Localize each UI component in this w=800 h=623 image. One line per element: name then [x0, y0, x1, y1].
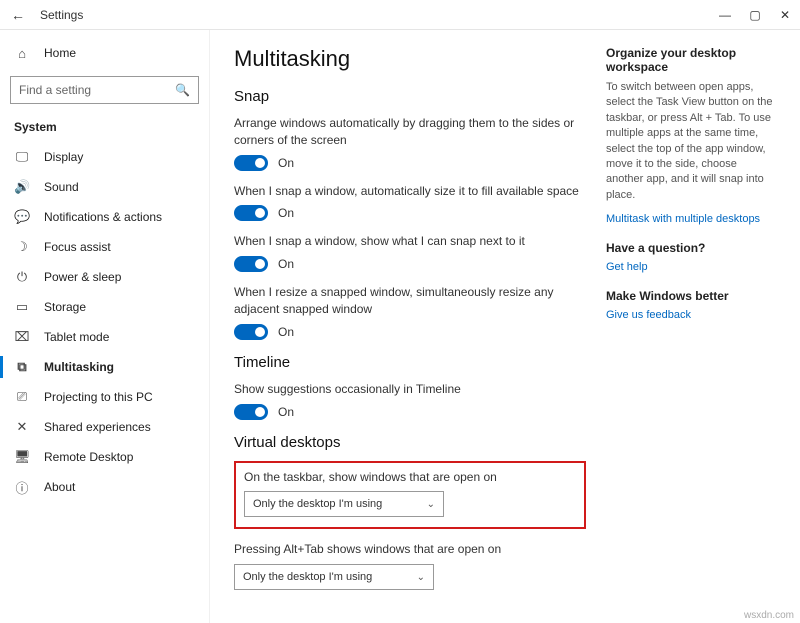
sidebar-item-about[interactable]: ⓘ About [0, 472, 209, 502]
sidebar-item-storage[interactable]: ▭ Storage [0, 292, 209, 322]
nav-label: Projecting to this PC [44, 390, 153, 404]
main-content: Multitasking Snap Arrange windows automa… [234, 46, 586, 623]
nav-label: Multitasking [44, 360, 114, 374]
nav-label: About [44, 480, 75, 494]
toggle-label: On [278, 206, 294, 220]
nav-icon: 🖥 [14, 449, 30, 465]
vd-q1: On the taskbar, show windows that are op… [244, 469, 576, 486]
nav-icon: 💬 [14, 209, 30, 225]
nav-icon: 🔊 [14, 179, 30, 195]
highlighted-setting: On the taskbar, show windows that are op… [234, 461, 586, 530]
snap-heading: Snap [234, 88, 586, 105]
timeline-heading: Timeline [234, 354, 586, 371]
vd-dropdown-1[interactable]: Only the desktop I'm using ⌄ [244, 491, 444, 517]
nav-label: Power & sleep [44, 270, 121, 284]
nav-label: Display [44, 150, 83, 164]
search-placeholder: Find a setting [19, 83, 91, 97]
maximize-button[interactable]: ▢ [740, 0, 770, 30]
snap-toggle-3[interactable] [234, 256, 268, 272]
titlebar: ← Settings — ▢ ✕ [0, 0, 800, 30]
home-nav[interactable]: ⌂ Home [0, 38, 209, 68]
snap-desc-4: When I resize a snapped window, simultan… [234, 284, 586, 318]
sidebar-item-power-sleep[interactable]: ⏻ Power & sleep [0, 262, 209, 292]
dropdown-value: Only the desktop I'm using [243, 571, 372, 583]
sidebar-item-display[interactable]: 🖵 Display [0, 142, 209, 172]
sidebar-item-multitasking[interactable]: ⧉ Multitasking [0, 352, 209, 382]
snap-toggle-1[interactable] [234, 155, 268, 171]
nav-label: Storage [44, 300, 86, 314]
watermark: wsxdn.com [744, 610, 794, 621]
nav-icon: ⏻ [14, 269, 30, 285]
nav-label: Shared experiences [44, 420, 151, 434]
nav-icon: ☽ [14, 239, 30, 255]
toggle-label: On [278, 257, 294, 271]
aside-link-help[interactable]: Get help [606, 261, 776, 273]
nav-label: Notifications & actions [44, 210, 162, 224]
sidebar-item-notifications-actions[interactable]: 💬 Notifications & actions [0, 202, 209, 232]
nav-icon: ✕ [14, 419, 30, 435]
nav-label: Focus assist [44, 240, 111, 254]
nav-label: Sound [44, 180, 79, 194]
close-button[interactable]: ✕ [770, 0, 800, 30]
aside-p1: To switch between open apps, select the … [606, 80, 776, 203]
sidebar-item-focus-assist[interactable]: ☽ Focus assist [0, 232, 209, 262]
home-icon: ⌂ [14, 46, 30, 61]
snap-desc-2: When I snap a window, automatically size… [234, 183, 586, 200]
nav-icon: ▭ [14, 299, 30, 315]
vd-dropdown-2[interactable]: Only the desktop I'm using ⌄ [234, 564, 434, 590]
sidebar-item-tablet-mode[interactable]: ⌧ Tablet mode [0, 322, 209, 352]
sidebar-item-remote-desktop[interactable]: 🖥 Remote Desktop [0, 442, 209, 472]
back-button[interactable]: ← [8, 7, 28, 23]
toggle-label: On [278, 156, 294, 170]
chevron-down-icon: ⌄ [427, 499, 435, 510]
toggle-label: On [278, 325, 294, 339]
sidebar-item-shared-experiences[interactable]: ✕ Shared experiences [0, 412, 209, 442]
timeline-desc-1: Show suggestions occasionally in Timelin… [234, 381, 586, 398]
nav-icon: ⧉ [14, 359, 30, 375]
aside-link-multitask[interactable]: Multitask with multiple desktops [606, 213, 776, 225]
nav-icon: ⎚ [14, 389, 30, 405]
snap-desc-1: Arrange windows automatically by draggin… [234, 115, 586, 149]
sidebar: ⌂ Home Find a setting 🔍 System 🖵 Display 🔊… [0, 30, 210, 623]
minimize-button[interactable]: — [710, 0, 740, 30]
aside-h1: Organize your desktop workspace [606, 46, 776, 74]
aside-h2: Have a question? [606, 241, 776, 255]
vd-q2: Pressing Alt+Tab shows windows that are … [234, 541, 586, 558]
sidebar-item-sound[interactable]: 🔊 Sound [0, 172, 209, 202]
snap-desc-3: When I snap a window, show what I can sn… [234, 233, 586, 250]
category-header: System [0, 114, 209, 142]
nav-icon: ⌧ [14, 329, 30, 345]
nav-icon: ⓘ [14, 478, 30, 497]
sidebar-item-projecting-to-this-pc[interactable]: ⎚ Projecting to this PC [0, 382, 209, 412]
snap-toggle-2[interactable] [234, 205, 268, 221]
chevron-down-icon: ⌄ [417, 572, 425, 583]
aside-h3: Make Windows better [606, 289, 776, 303]
snap-toggle-4[interactable] [234, 324, 268, 340]
toggle-label: On [278, 405, 294, 419]
help-aside: Organize your desktop workspace To switc… [606, 46, 776, 623]
nav-label: Remote Desktop [44, 450, 133, 464]
page-title: Multitasking [234, 46, 586, 72]
nav-label: Tablet mode [44, 330, 109, 344]
search-icon: 🔍 [175, 83, 190, 97]
home-label: Home [44, 46, 76, 60]
app-title: Settings [40, 8, 83, 22]
nav-icon: 🖵 [14, 149, 30, 165]
vd-heading: Virtual desktops [234, 434, 586, 451]
search-input[interactable]: Find a setting 🔍 [10, 76, 199, 104]
aside-link-feedback[interactable]: Give us feedback [606, 309, 776, 321]
dropdown-value: Only the desktop I'm using [253, 498, 382, 510]
timeline-toggle-1[interactable] [234, 404, 268, 420]
